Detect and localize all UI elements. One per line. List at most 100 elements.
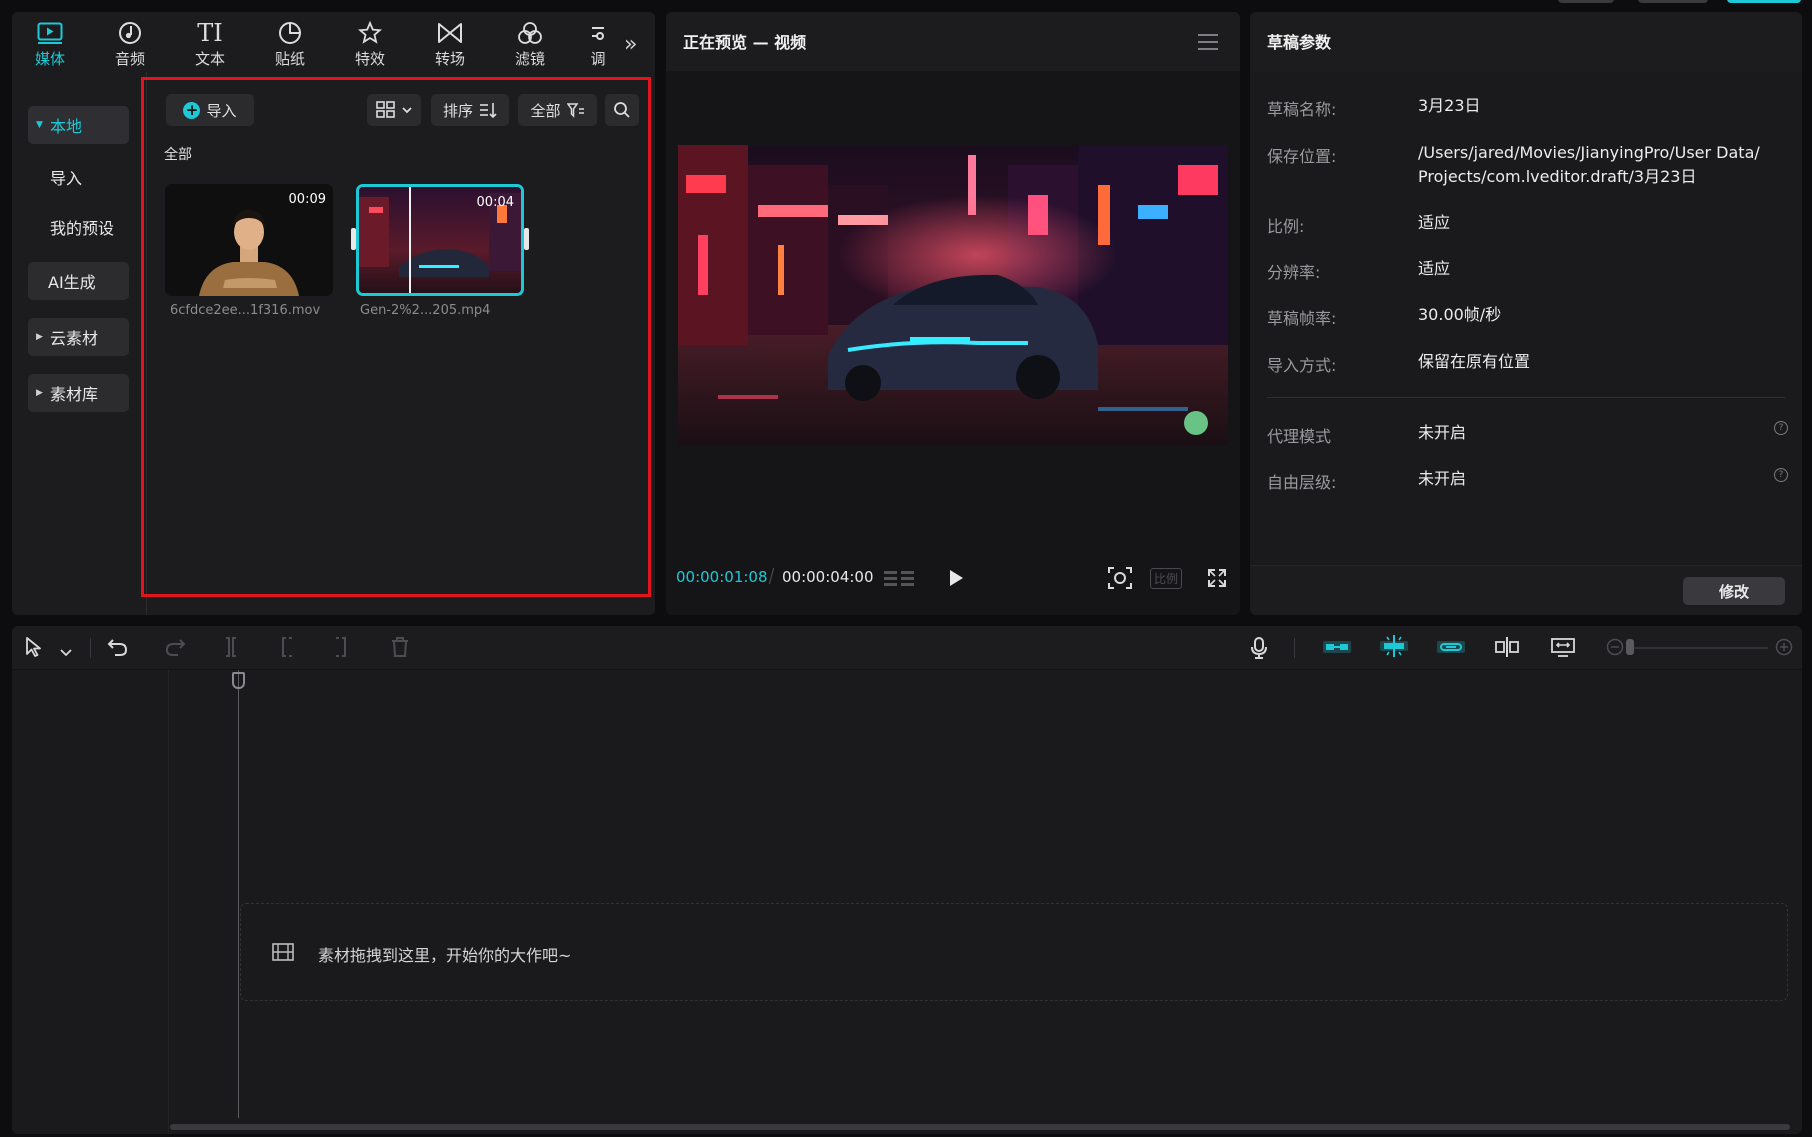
undo-icon bbox=[107, 639, 128, 656]
audio-icon bbox=[118, 18, 142, 48]
sidebar-item-import[interactable]: 导入 bbox=[28, 158, 129, 196]
tab-audio[interactable]: 音频 bbox=[100, 18, 160, 72]
field-key: 代理模式 bbox=[1267, 427, 1332, 446]
play-button[interactable] bbox=[947, 568, 965, 592]
playhead-handle[interactable] bbox=[232, 672, 245, 689]
field-key: 草稿帧率: bbox=[1267, 309, 1337, 328]
tab-text[interactable]: TI 文本 bbox=[180, 18, 240, 72]
sidebar-item-ai-generate[interactable]: AI生成 bbox=[28, 262, 129, 300]
export-button-stub[interactable] bbox=[1727, 0, 1801, 3]
focus-icon bbox=[1108, 567, 1132, 589]
sort-button[interactable]: 排序 bbox=[431, 94, 509, 126]
tab-filter[interactable]: 滤镜 bbox=[500, 18, 560, 72]
sidebar-item-my-presets[interactable]: 我的预设 bbox=[28, 208, 129, 246]
media-sidebar: ▼ 本地 导入 我的预设 AI生成 ▶ 云素材 ▶ 素材库 bbox=[12, 72, 147, 615]
record-audio-button[interactable] bbox=[1249, 636, 1269, 664]
zoom-slider-knob[interactable] bbox=[1626, 639, 1634, 655]
select-tool-button[interactable] bbox=[24, 636, 44, 662]
split-icon bbox=[226, 637, 236, 657]
help-icon[interactable]: ? bbox=[1774, 421, 1788, 435]
microphone-icon bbox=[1251, 637, 1267, 659]
fullscreen-button[interactable] bbox=[1207, 568, 1227, 592]
save-path-line-1: /Users/jared/Movies/JianyingPro/User Dat… bbox=[1418, 143, 1760, 162]
sidebar-item-library[interactable]: ▶ 素材库 bbox=[28, 374, 129, 412]
modify-button[interactable]: 修改 bbox=[1683, 577, 1785, 605]
waveform-icon[interactable] bbox=[884, 569, 916, 595]
trim-right-button[interactable] bbox=[333, 636, 351, 662]
ratio-label: 比例 bbox=[1150, 568, 1183, 589]
tab-label: 调 bbox=[590, 50, 606, 68]
cursor-icon bbox=[26, 637, 41, 657]
delete-button[interactable] bbox=[390, 636, 410, 662]
duration-badge: 00:04 bbox=[476, 195, 514, 210]
tab-label: 媒体 bbox=[34, 50, 65, 68]
cyberpunk-car-scene bbox=[678, 145, 1228, 445]
trim-handle-left[interactable] bbox=[351, 228, 356, 250]
search-button[interactable] bbox=[605, 94, 639, 126]
filter-button[interactable]: 全部 bbox=[518, 94, 597, 126]
horizontal-scrollbar[interactable] bbox=[170, 1124, 1790, 1130]
zoom-in-button[interactable] bbox=[1775, 638, 1793, 660]
import-button[interactable]: + 导入 bbox=[166, 94, 254, 126]
proxy-mode-value: 未开启 bbox=[1418, 423, 1467, 442]
tab-sticker[interactable]: 贴纸 bbox=[260, 18, 320, 72]
media-item-name: 6cfdce2ee...1f316.mov bbox=[170, 303, 321, 318]
draft-title: 草稿参数 bbox=[1267, 33, 1332, 52]
trim-left-button[interactable] bbox=[277, 636, 295, 662]
tab-effects[interactable]: 特效 bbox=[340, 18, 400, 72]
free-layer-value: 未开启 bbox=[1418, 469, 1467, 488]
timeline-body: 素材拖拽到这里，开始你的大作吧~ bbox=[12, 670, 1802, 1134]
search-icon bbox=[614, 102, 630, 118]
ratio-value: 适应 bbox=[1418, 213, 1451, 232]
menu-icon[interactable] bbox=[1198, 34, 1218, 55]
tab-label: 贴纸 bbox=[274, 50, 305, 68]
draft-header: 草稿参数 bbox=[1250, 12, 1802, 72]
snapshot-button[interactable] bbox=[1107, 566, 1133, 594]
scrub-line bbox=[409, 187, 411, 293]
timeline-toolbar bbox=[12, 626, 1802, 670]
adjust-icon bbox=[590, 18, 606, 48]
import-mode-value: 保留在原有位置 bbox=[1418, 352, 1531, 371]
view-mode-button[interactable] bbox=[367, 94, 421, 126]
trash-icon bbox=[392, 637, 408, 657]
draft-footer: 修改 bbox=[1250, 565, 1802, 615]
preview-axis-button[interactable] bbox=[1494, 636, 1520, 662]
auto-snap-button[interactable] bbox=[1379, 634, 1409, 662]
split-button[interactable] bbox=[222, 636, 240, 662]
redo-button[interactable] bbox=[164, 636, 186, 662]
undo-button[interactable] bbox=[107, 636, 129, 662]
tab-label: 文本 bbox=[194, 50, 225, 68]
sidebar-item-label: 素材库 bbox=[50, 385, 99, 404]
ratio-button[interactable]: 比例 bbox=[1150, 568, 1183, 589]
play-icon bbox=[950, 570, 963, 586]
more-tabs-icon[interactable]: » bbox=[624, 32, 637, 57]
duration-badge: 00:09 bbox=[288, 192, 326, 207]
field-key: 草稿名称: bbox=[1267, 100, 1337, 119]
media-item-selected[interactable]: 00:04 bbox=[356, 184, 524, 296]
preview-title: 正在预览 — 视频 bbox=[683, 33, 807, 52]
tab-transition[interactable]: 转场 bbox=[420, 18, 480, 72]
sidebar-item-cloud[interactable]: ▶ 云素材 bbox=[28, 318, 129, 356]
transition-icon bbox=[437, 18, 463, 48]
sidebar-item-local[interactable]: ▼ 本地 bbox=[28, 106, 129, 144]
zoom-out-button[interactable] bbox=[1606, 638, 1624, 660]
main-track-magnet-button[interactable] bbox=[1322, 638, 1352, 660]
tab-media[interactable]: 媒体 bbox=[20, 18, 80, 72]
fit-timeline-button[interactable] bbox=[1550, 636, 1576, 662]
plus-icon: + bbox=[183, 101, 201, 119]
window-stub bbox=[1638, 0, 1708, 3]
linkage-button[interactable] bbox=[1436, 638, 1466, 660]
select-tool-dropdown[interactable] bbox=[60, 642, 72, 661]
sidebar-item-label: 本地 bbox=[50, 117, 83, 136]
media-item[interactable]: 00:09 bbox=[165, 184, 333, 296]
tab-adjust[interactable]: 调 bbox=[586, 18, 610, 72]
drop-hint: 素材拖拽到这里，开始你的大作吧~ bbox=[318, 946, 572, 965]
help-icon[interactable]: ? bbox=[1774, 468, 1788, 482]
toolbar-divider bbox=[90, 638, 91, 658]
tab-label: 转场 bbox=[434, 50, 465, 68]
sidebar-item-label: 云素材 bbox=[50, 329, 99, 348]
trim-handle-right[interactable] bbox=[524, 228, 529, 250]
zoom-slider-track[interactable] bbox=[1628, 647, 1768, 649]
field-key: 分辨率: bbox=[1267, 263, 1321, 282]
resolution-value: 适应 bbox=[1418, 259, 1451, 278]
